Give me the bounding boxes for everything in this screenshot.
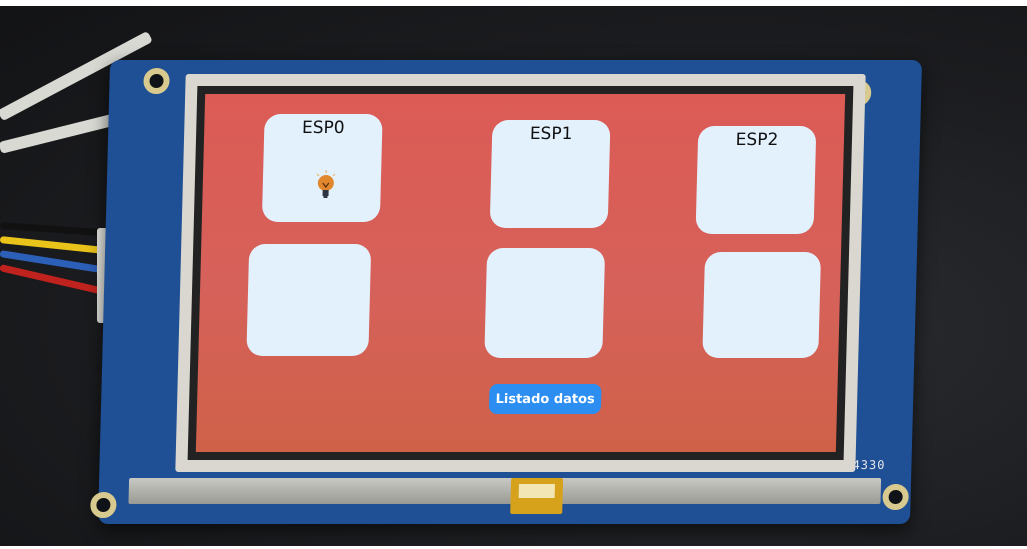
tile-label: ESP2 [735,130,779,150]
tile-esp0[interactable]: ESP0 [261,114,383,222]
tile-blank-1[interactable] [246,244,372,356]
listado-datos-button[interactable]: Listado datos [488,384,602,414]
ribbon-strip [128,478,882,504]
tile-blank-2[interactable] [484,248,606,358]
tile-esp2[interactable]: ESP2 [695,126,817,234]
touch-panel-bezel: ESP0 ESP1 ESP2 Listado datos [175,74,866,472]
display-board: 4330 ESP0 ESP1 ESP2 Listado datos [90,60,923,524]
touch-screen: ESP0 ESP1 ESP2 Listado datos [195,94,846,452]
tile-label: ESP1 [529,124,573,144]
mounting-hole [882,484,909,510]
board-model-mark: 4330 [852,458,886,472]
flex-connector [510,478,564,514]
screen-border: ESP0 ESP1 ESP2 Listado datos [187,86,854,460]
mounting-hole [90,492,117,518]
lightbulb-icon [316,170,336,198]
tile-esp1[interactable]: ESP1 [489,120,611,228]
tile-blank-3[interactable] [702,252,822,358]
black-wire [0,222,110,237]
mounting-hole [143,68,170,94]
tile-label: ESP0 [301,118,345,138]
